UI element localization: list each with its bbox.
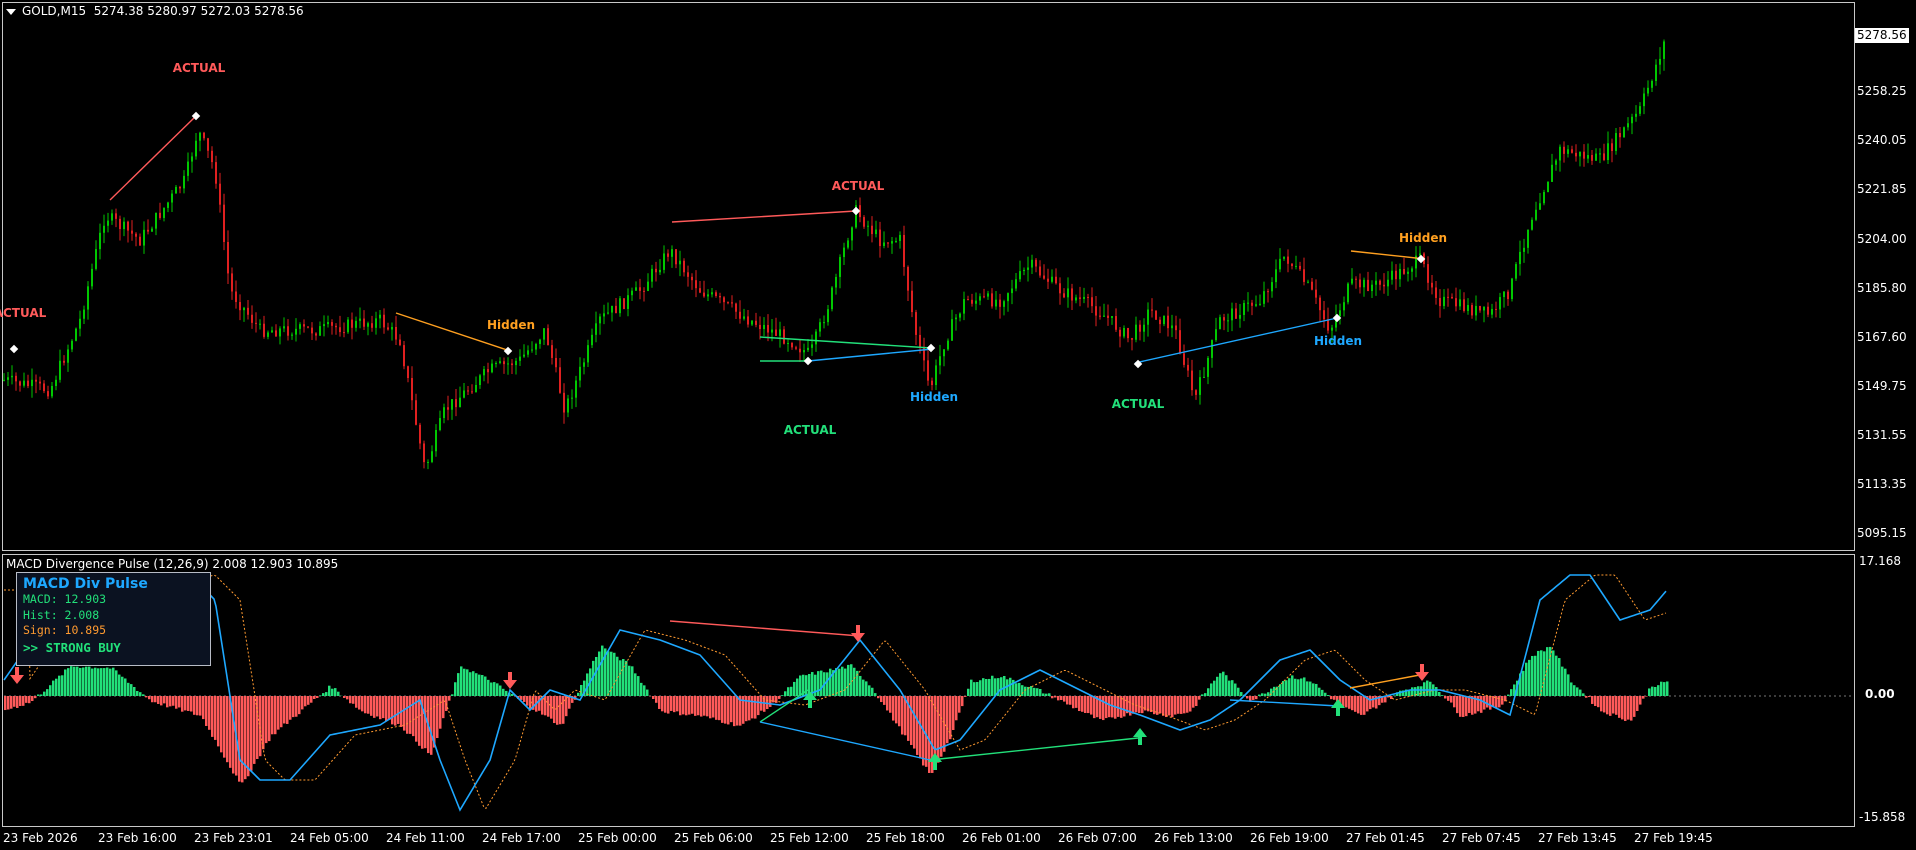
divergence-label: Hidden [1313,334,1363,348]
sell-arrow-icon [851,625,865,642]
price-label: 5113.35 [1857,477,1907,491]
buy-arrow-icon [928,753,942,770]
macd-indicator-title: MACD Divergence Pulse (12,26,9) 2.008 12… [6,557,339,571]
time-label: 25 Feb 06:00 [674,831,753,845]
price-label: 5185.80 [1857,281,1907,295]
info-panel-title: MACD Div Pulse [23,576,148,592]
time-label: 27 Feb 19:45 [1634,831,1713,845]
time-label: 25 Feb 18:00 [866,831,945,845]
divergence-label: ACTUAL [783,423,837,437]
price-label: 5131.55 [1857,428,1907,442]
macd-axis[interactable]: 17.168 0.00 -15.858 [1857,554,1916,827]
divergence-label: ACTUAL [1111,397,1165,411]
time-label: 24 Feb 05:00 [290,831,369,845]
macd-axis-label: -15.858 [1859,810,1906,824]
time-label: 26 Feb 13:00 [1154,831,1233,845]
divergence-pivot-marker [503,346,513,356]
divergence-line [759,336,932,349]
time-label: 26 Feb 01:00 [962,831,1041,845]
price-label: 5149.75 [1857,379,1907,393]
divergence-line [1349,673,1426,689]
info-hist-value: Hist: 2.008 [23,607,100,622]
price-label: 5258.25 [1857,84,1907,98]
divergence-line [1229,699,1339,707]
price-label: 5095.15 [1857,526,1907,540]
sell-arrow-icon [10,667,24,684]
divergence-label: ACTUAL [0,306,47,320]
price-label: 5221.85 [1857,182,1907,196]
time-label: 25 Feb 00:00 [578,831,657,845]
divergence-lines [9,111,1429,770]
divergence-label: ACTUAL [831,179,885,193]
divergence-label: ACTUAL [172,61,226,75]
info-macd-value: MACD: 12.903 [23,592,107,606]
price-label: 5204.00 [1857,232,1907,246]
ohlc-values: 5274.38 5280.97 5272.03 5278.56 [93,4,304,18]
divergence-pivot-marker [926,343,936,353]
macd-axis-label: 0.00 [1865,687,1895,701]
divergence-line [929,737,1139,761]
divergence-line [671,210,857,223]
macd-info-panel: MACD Div Pulse MACD: 12.903 Hist: 2.008 … [16,572,211,666]
divergence-line [1350,250,1426,260]
divergence-pivot-marker [803,356,813,366]
sell-arrow-icon [503,672,517,689]
divergence-pivot-marker [1416,254,1426,264]
divergence-line [759,721,931,761]
buy-arrow-icon [1133,728,1147,745]
divergence-line [109,115,197,201]
time-label: 26 Feb 19:00 [1250,831,1329,845]
price-label: 5167.60 [1857,330,1907,344]
divergence-pivot-marker [851,206,861,216]
divergence-line [1134,317,1338,364]
buy-arrow-icon [1331,699,1345,716]
time-label: 27 Feb 01:45 [1346,831,1425,845]
price-axis[interactable]: 5258.25 5240.05 5221.85 5204.00 5185.80 … [1857,2,1916,551]
macd-axis-label: 17.168 [1859,554,1901,568]
divergence-line [759,689,809,723]
info-sign-value: Sign: 10.895 [23,623,107,637]
time-label: 25 Feb 12:00 [770,831,849,845]
current-price-tag: 5278.56 [1855,28,1909,43]
divergence-label: Hidden [909,390,959,404]
time-label: 24 Feb 11:00 [386,831,465,845]
divergence-pivot-marker [9,344,19,354]
dropdown-triangle-icon[interactable] [6,8,16,15]
divergence-line [669,620,861,637]
buy-arrow-icon [803,691,817,708]
divergence-line [807,348,934,362]
time-label: 26 Feb 07:00 [1058,831,1137,845]
time-label: 27 Feb 13:45 [1538,831,1617,845]
time-label: 23 Feb 16:00 [98,831,177,845]
divergence-label: Hidden [486,318,536,332]
divergence-label: Hidden [1398,231,1448,245]
time-axis[interactable]: 23 Feb 2026 23 Feb 16:00 23 Feb 23:01 24… [0,827,1916,850]
divergence-pivot-marker [1332,313,1342,323]
sell-arrow-icon [1415,664,1429,681]
symbol-timeframe: GOLD,M15 [22,4,87,18]
info-signal-text: >> STRONG BUY [23,639,121,655]
time-label: 23 Feb 23:01 [194,831,273,845]
time-label: 23 Feb 2026 [3,831,78,845]
time-label: 24 Feb 17:00 [482,831,561,845]
time-label: 27 Feb 07:45 [1442,831,1521,845]
price-label: 5240.05 [1857,133,1907,147]
chart-symbol-header[interactable]: GOLD,M15 5274.38 5280.97 5272.03 5278.56 [6,4,304,18]
